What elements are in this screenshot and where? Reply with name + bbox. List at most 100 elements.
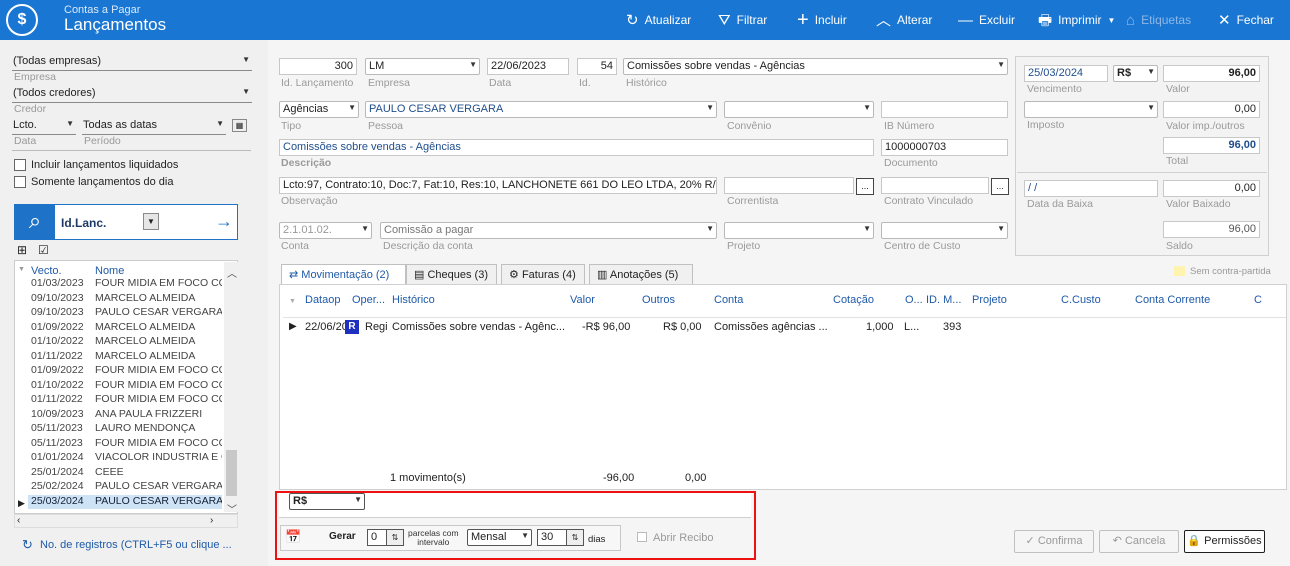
valor-field[interactable]: 96,00 [1163,65,1260,82]
col-c[interactable]: C [1254,294,1262,306]
list-item[interactable]: 25/03/2024 PAULO CESAR VERGARA [28,494,222,509]
currency-select[interactable]: R$ ▼ [1113,65,1158,82]
empresa-select[interactable]: LM ▼ [365,58,480,75]
conta-select[interactable]: 2.1.01.02. ▼ [279,222,372,239]
close-button[interactable]: ✕ Fechar [1218,11,1274,29]
tab-cheques[interactable]: ▤ Cheques (3) [406,264,497,284]
only-today-checkbox[interactable] [14,176,26,188]
cancel-button[interactable]: ↶ Cancela [1099,530,1179,553]
documento-field[interactable]: 1000000703 [881,139,1008,156]
list-item[interactable]: 01/09/2022 MARCELO ALMEIDA [28,321,222,336]
cell-valor[interactable]: -R$ 96,00 [582,321,630,333]
correntista-field[interactable] [724,177,854,194]
data-baixa-field[interactable]: / / [1024,180,1158,197]
col-outros[interactable]: Outros [642,294,675,306]
company-filter-select[interactable]: (Todas empresas) ▼ [12,54,252,71]
confirm-button[interactable]: ✓ Confirma [1014,530,1094,553]
refresh-icon[interactable]: ↻ [22,537,33,553]
cell-id-m[interactable]: 393 [943,321,961,333]
scroll-right-icon[interactable]: › [210,515,213,526]
col-oper[interactable]: Oper... [352,294,385,306]
search-field-dropdown[interactable]: ▼ [143,213,159,230]
period-select[interactable]: Todas as datas ▼ [82,118,226,135]
col-historico[interactable]: Histórico [392,294,435,306]
add-button[interactable]: + Incluir [797,10,847,30]
print-button[interactable]: 🖶 Imprimir ▼ [1038,11,1115,29]
list-item[interactable]: 01/03/2023 FOUR MIDIA EM FOCO CO [28,277,222,292]
historico-select[interactable]: Comissões sobre vendas - Agências ▼ [623,58,1008,75]
ib-numero-field[interactable] [881,101,1008,118]
permissions-button[interactable]: 🔒 Permissões [1184,530,1265,553]
correntista-lookup-button[interactable]: ... [856,178,874,195]
cell-conta[interactable]: Comissões agências ... [714,321,828,333]
contrato-vinculado-field[interactable] [881,177,989,194]
list-scrollbar-thumb[interactable] [226,450,237,496]
list-item[interactable]: 05/11/2023 LAURO MENDONÇA [28,422,222,437]
col-conta[interactable]: Conta [714,294,743,306]
id-lancamento-field[interactable]: 300 [279,58,357,75]
checklist-icon[interactable]: ☑ [38,243,49,257]
cell-outros[interactable]: R$ 0,00 [663,321,702,333]
id-field[interactable]: 54 [577,58,617,75]
col-cotacao[interactable]: Cotação [833,294,874,306]
labels-button[interactable]: ⌂ Etiquetas [1126,11,1191,29]
filter-button[interactable]: ⛛ Filtrar [718,11,767,29]
tab-movimentacao[interactable]: ⇄ Movimentação (2) [281,264,406,285]
list-item[interactable]: 25/01/2024 CEEE [28,466,222,481]
col-conta-corrente[interactable]: Conta Corrente [1135,294,1210,306]
search-icon[interactable]: ⌕ [15,205,55,239]
calendar-icon[interactable]: ▦ [232,119,247,132]
centro-custo-select[interactable]: ▼ [881,222,1008,239]
horizontal-scrollbar[interactable] [14,514,238,528]
valor-imp-field[interactable]: 0,00 [1163,101,1260,118]
refresh-button[interactable]: ↻ Atualizar [626,11,691,29]
data-field[interactable]: 22/06/2023 [487,58,569,75]
list-item[interactable]: 01/11/2022 MARCELO ALMEIDA [28,350,222,365]
col-header-vecto[interactable]: Vecto. [31,265,62,277]
cell-dataop[interactable]: 22/06/20 [305,321,345,333]
col-ccusto[interactable]: C.Custo [1061,294,1101,306]
convenio-select[interactable]: ▼ [724,101,874,118]
vencimento-field[interactable]: 25/03/2024 [1024,65,1108,82]
col-valor[interactable]: Valor [570,294,595,306]
record-count-link[interactable]: No. de registros (CTRL+F5 ou clique ... [40,539,232,551]
list-item[interactable]: 01/01/2024 VIACOLOR INDUSTRIA E C [28,451,222,466]
col-header-nome[interactable]: Nome [95,265,124,277]
cell-cotacao[interactable]: 1,000 [866,321,894,333]
col-o[interactable]: O... [905,294,923,306]
contrato-lookup-button[interactable]: ... [991,178,1009,195]
cell-oper[interactable]: Regi [365,321,387,333]
list-item[interactable]: 09/10/2023 MARCELO ALMEIDA [28,292,222,307]
date-type-select[interactable]: Lcto. ▼ [12,118,76,135]
cell-historico[interactable]: Comissões sobre vendas - Agênc... [392,321,565,333]
scroll-left-icon[interactable]: ‹ [17,515,20,526]
col-id-m[interactable]: ID. M... [926,294,961,306]
list-item[interactable]: 09/10/2023 PAULO CESAR VERGARA [28,306,222,321]
tab-anotacoes[interactable]: ▥ Anotações (5) [589,264,693,284]
scroll-up-icon[interactable]: ︿ [227,265,237,280]
columns-icon[interactable]: ⊞ [17,243,27,257]
search-field-value[interactable]: Id.Lanc. [61,216,106,230]
list-item[interactable]: 01/09/2022 FOUR MIDIA EM FOCO CO [28,364,222,379]
observacao-field[interactable]: Lcto:97, Contrato:10, Doc:7, Fat:10, Res… [279,177,717,194]
include-settled-checkbox[interactable] [14,159,26,171]
list-item[interactable]: 10/09/2023 ANA PAULA FRIZZERI [28,408,222,423]
arrow-right-icon[interactable]: → [215,211,233,232]
list-item[interactable]: 01/11/2022 FOUR MIDIA EM FOCO CO [28,393,222,408]
list-item[interactable]: 25/02/2024 PAULO CESAR VERGARA [28,480,222,495]
descricao-field[interactable]: Comissões sobre vendas - Agências [279,139,874,156]
projeto-select[interactable]: ▼ [724,222,874,239]
tab-faturas[interactable]: ⚙ Faturas (4) [501,264,585,284]
pessoa-select[interactable]: PAULO CESAR VERGARA ▼ [365,101,717,118]
list-item[interactable]: 01/10/2022 MARCELO ALMEIDA [28,335,222,350]
imposto-select[interactable]: ▼ [1024,101,1158,118]
edit-button[interactable]: ︿ Alterar [876,11,932,29]
tipo-select[interactable]: Agências ▼ [279,101,359,118]
list-item[interactable]: 05/11/2023 FOUR MIDIA EM FOCO CO [28,437,222,452]
creditor-filter-select[interactable]: (Todos credores) ▼ [12,86,252,103]
cell-o[interactable]: L... [904,321,919,333]
col-dataop[interactable]: Dataop [305,294,340,306]
col-projeto[interactable]: Projeto [972,294,1007,306]
list-item[interactable]: 01/10/2022 FOUR MIDIA EM FOCO CO [28,379,222,394]
descricao-conta-select[interactable]: Comissão a pagar ▼ [380,222,717,239]
